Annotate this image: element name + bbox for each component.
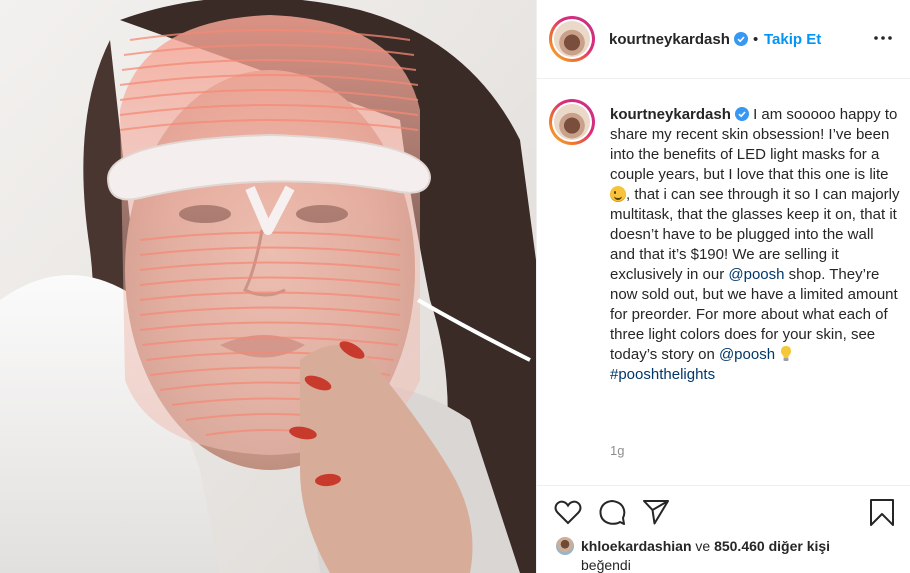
- post-photo-illustration: [0, 0, 536, 573]
- heart-icon[interactable]: [553, 497, 583, 527]
- post-photo[interactable]: [0, 0, 536, 573]
- verified-badge-icon: [734, 107, 749, 121]
- liker-avatar[interactable]: [555, 536, 575, 556]
- caption-text: kourtneykardash I am sooooo happy to sha…: [610, 105, 902, 385]
- mention-link[interactable]: @poosh: [728, 266, 784, 283]
- ellipsis-icon[interactable]: [871, 28, 895, 48]
- post-header: kourtneykardash • Takip Et: [537, 0, 910, 79]
- smiling-face-emoji: [610, 186, 626, 202]
- author-username[interactable]: kourtneykardash: [609, 31, 748, 48]
- caption-username[interactable]: kourtneykardash: [610, 106, 731, 123]
- follow-button[interactable]: Takip Et: [764, 31, 821, 48]
- header-separator: •: [753, 31, 759, 48]
- post-sidebar: kourtneykardash • Takip Et kourtneykarda…: [536, 0, 910, 573]
- verified-badge-icon: [733, 32, 748, 46]
- likes-suffix: beğendi: [581, 557, 631, 573]
- caption-avatar[interactable]: [549, 99, 595, 145]
- likes-line: khloekardashian ve 850.460 diğer kişi: [581, 538, 830, 554]
- hashtag-link[interactable]: #pooshthelights: [610, 366, 715, 383]
- bookmark-icon[interactable]: [867, 497, 897, 527]
- liker-username[interactable]: khloekardashian: [581, 538, 692, 554]
- likes-connector: ve: [695, 538, 711, 554]
- caption-area: kourtneykardash I am sooooo happy to sha…: [537, 79, 910, 485]
- share-icon[interactable]: [641, 497, 671, 527]
- likes-count[interactable]: 850.460 diğer kişi: [714, 538, 830, 554]
- post-timestamp[interactable]: 1g: [610, 443, 624, 458]
- comment-icon[interactable]: [597, 497, 627, 527]
- mention-link[interactable]: @poosh: [719, 346, 775, 363]
- action-bar: khloekardashian ve 850.460 diğer kişi be…: [537, 485, 910, 573]
- author-avatar[interactable]: [549, 16, 595, 62]
- light-bulb-emoji: [781, 346, 792, 361]
